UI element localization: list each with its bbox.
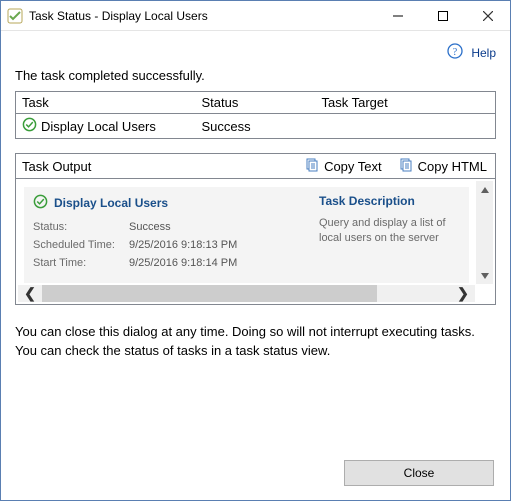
task-status-cell: Success [196,114,316,139]
minimize-button[interactable] [375,1,420,30]
vertical-scrollbar[interactable] [476,181,493,284]
copy-html-label: Copy HTML [418,159,487,174]
titlebar: Task Status - Display Local Users [1,1,510,31]
col-target: Task Target [316,92,496,114]
copy-text-label: Copy Text [324,159,382,174]
scroll-up-icon[interactable] [476,181,493,198]
task-target-cell [316,114,496,139]
output-task-name: Display Local Users [54,196,168,210]
completion-message: The task completed successfully. [15,68,496,83]
scroll-track[interactable] [42,285,451,302]
summary-header-row: Task Status Task Target [16,92,496,114]
scroll-right-icon[interactable]: ❯ [451,285,475,302]
col-status: Status [196,92,316,114]
help-icon[interactable]: ? [447,43,463,62]
svg-text:?: ? [453,47,458,58]
close-window-button[interactable] [465,1,510,30]
output-panel: Display Local Users Status: Success Sche… [15,179,496,305]
hint-text: You can close this dialog at any time. D… [15,323,496,361]
start-time-label: Start Time: [33,256,129,271]
scheduled-time-label: Scheduled Time: [33,238,129,253]
copy-html-icon [398,158,414,174]
copy-html-button[interactable]: Copy HTML [390,154,495,178]
window-title: Task Status - Display Local Users [29,9,375,23]
scheduled-time-value: 9/25/2016 9:18:13 PM [129,238,237,253]
task-description-text: Query and display a list of local users … [319,216,460,247]
help-link[interactable]: Help [471,46,496,60]
success-icon [33,194,48,212]
output-body: Display Local Users Status: Success Sche… [24,187,469,283]
maximize-button[interactable] [420,1,465,30]
success-icon [22,117,37,135]
col-task: Task [16,92,196,114]
output-title: Task Output [16,159,296,174]
status-value: Success [129,220,171,235]
status-label: Status: [33,220,129,235]
app-icon [7,8,23,24]
copy-text-icon [304,158,320,174]
scroll-down-icon[interactable] [476,267,493,284]
start-time-value: 9/25/2016 9:18:14 PM [129,256,237,271]
task-name-cell: Display Local Users [41,119,156,134]
scroll-thumb[interactable] [42,285,377,302]
output-header: Task Output Copy Text Copy HTML [15,153,496,179]
close-button[interactable]: Close [344,460,494,486]
scroll-left-icon[interactable]: ❮ [18,285,42,302]
summary-table: Task Status Task Target Display Local [15,91,496,139]
horizontal-scrollbar[interactable]: ❮ ❯ [18,285,475,302]
table-row[interactable]: Display Local Users Success [16,114,496,139]
copy-text-button[interactable]: Copy Text [296,154,390,178]
task-description-title: Task Description [319,194,460,208]
